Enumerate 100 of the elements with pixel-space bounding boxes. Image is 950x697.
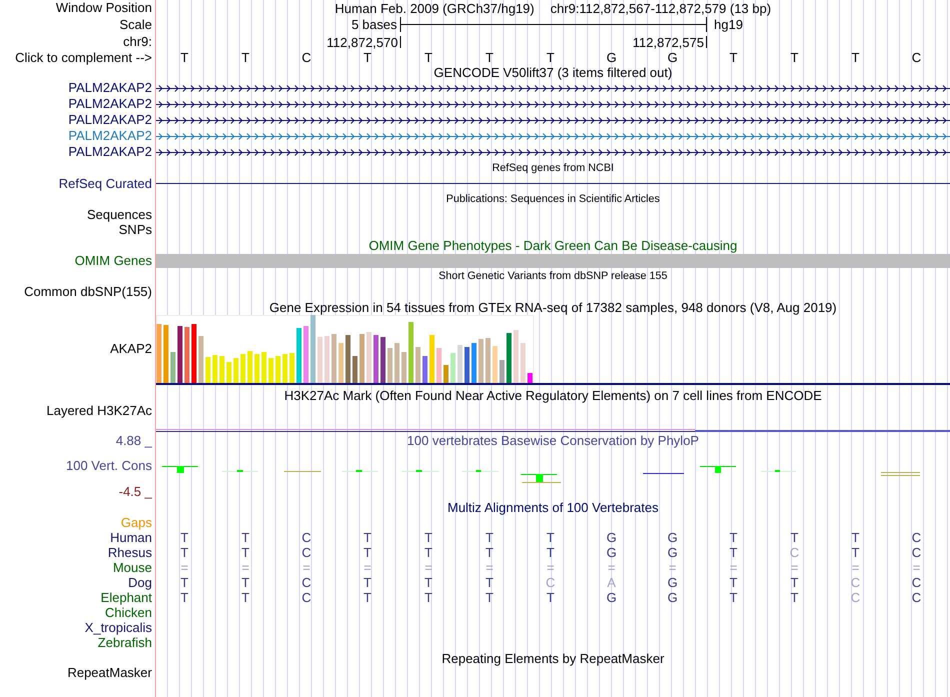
gene-label[interactable]: PALM2AKAP2	[68, 129, 152, 143]
aligned-base: C	[302, 531, 312, 544]
expression-bar	[416, 347, 420, 383]
aligned-base: T	[486, 546, 494, 559]
expression-bar	[206, 357, 210, 383]
expression-bar	[178, 326, 182, 383]
track-title: RefSeq genes from NCBI	[492, 162, 614, 174]
track-label[interactable]: AKAP2	[110, 342, 152, 356]
track-label[interactable]: Sequences	[86, 208, 152, 222]
expression-bar	[458, 345, 462, 383]
expression-bar	[318, 337, 322, 383]
track-label[interactable]: Layered H3K27Ac	[46, 404, 152, 418]
base-letter: T	[180, 51, 188, 64]
track-label[interactable]: 100 Vert. Cons	[66, 459, 152, 473]
track-label[interactable]: Common dbSNP(155)	[24, 284, 152, 298]
track-title: Gene Expression in 54 tissues from GTEx RNA-seq of 17382 samples, 948 donors (V8, Aug 2019)	[269, 300, 837, 314]
aligned-base: T	[364, 546, 372, 559]
expression-bar	[514, 330, 518, 383]
expression-bar	[520, 343, 526, 383]
aligned-base: C	[912, 576, 922, 589]
track-label[interactable]: RefSeq Curated	[58, 176, 152, 190]
aligned-base: T	[364, 531, 372, 544]
track-label[interactable]: SNPs	[118, 222, 152, 236]
expression-bar	[304, 326, 308, 383]
expression-bar	[276, 356, 280, 383]
expression-bar	[380, 337, 386, 383]
aligned-base: G	[667, 531, 678, 544]
gene-label[interactable]: PALM2AKAP2	[68, 81, 152, 95]
coordinate-label: 112,872,570	[326, 36, 398, 49]
aligned-base: G	[606, 546, 617, 559]
aligned-base: A	[607, 576, 616, 589]
row-label: chr9:	[123, 34, 152, 48]
track-title: Short Genetic Variants from dbSNP release 155	[438, 270, 668, 282]
aligned-base: T	[424, 546, 432, 559]
conservation-mark	[643, 473, 684, 474]
track-label[interactable]: RepeatMasker	[67, 666, 152, 680]
base-letter: C	[912, 51, 922, 64]
conservation-mark	[222, 470, 258, 472]
expression-bar	[464, 347, 470, 383]
conservation-mark	[761, 470, 796, 472]
aligned-base: G	[667, 546, 678, 559]
expression-bar	[156, 324, 162, 383]
expression-bar	[374, 335, 378, 383]
expression-bar	[170, 352, 176, 383]
aligned-base: T	[730, 546, 738, 559]
aligned-base: T	[242, 576, 250, 589]
expression-bar	[500, 360, 504, 383]
aligned-base: T	[730, 531, 738, 544]
base-letter: T	[424, 51, 432, 64]
aligned-base: G	[667, 591, 678, 604]
aligned-base: C	[850, 576, 860, 589]
base-letter: T	[486, 51, 494, 64]
aligned-base: =	[424, 561, 432, 574]
aligned-base: =	[180, 561, 188, 574]
expression-bar	[192, 324, 196, 383]
expression-bar	[254, 354, 260, 383]
species-label: Chicken	[105, 606, 152, 620]
aligned-base: T	[180, 591, 188, 604]
assembly-name: Human Feb. 2009 (GRCh37/hg19)	[334, 2, 534, 14]
aligned-base: =	[852, 561, 860, 574]
expression-bar	[220, 356, 224, 383]
row-label: Window Position	[56, 1, 152, 15]
aligned-base: C	[302, 546, 312, 559]
base-letter: T	[730, 51, 738, 64]
track-title: GENCODE V50lift37 (3 items filtered out)	[434, 66, 672, 79]
expression-bar	[240, 354, 246, 383]
expression-bar	[324, 336, 330, 383]
aligned-base: C	[302, 591, 312, 604]
aligned-base: G	[667, 576, 678, 589]
expression-bar	[290, 353, 294, 383]
track-label[interactable]: OMIM Genes	[74, 254, 152, 268]
gaps-label: Gaps	[120, 516, 152, 530]
aligned-base: =	[608, 561, 616, 574]
expression-bar	[234, 358, 238, 383]
aligned-base: =	[790, 561, 798, 574]
aligned-base: T	[730, 576, 738, 589]
coordinate-tick	[706, 36, 707, 48]
track-title: Publications: Sequences in Scientific Articles	[446, 194, 660, 204]
aligned-base: T	[242, 531, 250, 544]
base-letter: G	[606, 51, 617, 64]
track-title: Multiz Alignments of 100 Vertebrates	[447, 501, 658, 514]
expression-bar	[478, 339, 484, 383]
complement-link[interactable]: Click to complement -->	[15, 50, 152, 64]
conservation-mark	[462, 470, 499, 472]
expression-bar	[528, 373, 532, 383]
aligned-base: T	[486, 576, 494, 589]
gene-label[interactable]: PALM2AKAP2	[68, 97, 152, 111]
expression-bar	[164, 325, 168, 383]
expression-bar	[212, 355, 218, 383]
aligned-base: =	[242, 561, 250, 574]
aligned-base: C	[850, 591, 860, 604]
gene-label[interactable]: PALM2AKAP2	[68, 113, 152, 127]
aligned-base: C	[912, 591, 922, 604]
base-letter: T	[242, 51, 250, 64]
aligned-base: G	[606, 591, 617, 604]
aligned-base: =	[546, 561, 554, 574]
aligned-base: T	[364, 591, 372, 604]
aligned-base: T	[242, 591, 250, 604]
species-label: Dog	[128, 576, 152, 590]
gene-label[interactable]: PALM2AKAP2	[68, 145, 152, 159]
